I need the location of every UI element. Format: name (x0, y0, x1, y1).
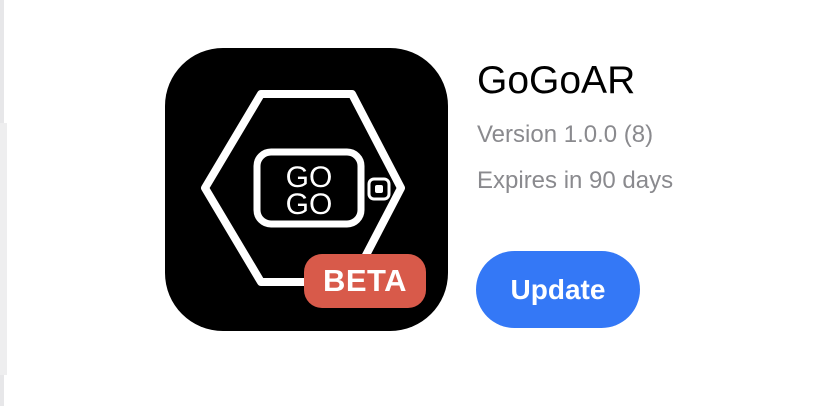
logo-text-line2: GO (286, 188, 333, 221)
app-install-card: GO GO BETA GoGoAR Version 1.0.0 (8) Expi… (0, 0, 839, 406)
version-label: Version 1.0.0 (8) (477, 121, 654, 148)
update-button[interactable]: Update (476, 251, 640, 328)
app-title: GoGoAR (477, 59, 636, 102)
window-edge-panel (0, 123, 7, 375)
camera-lens-icon (375, 185, 383, 193)
app-icon: GO GO BETA (165, 48, 448, 331)
expiration-label: Expires in 90 days (477, 167, 674, 194)
beta-badge: BETA (304, 254, 426, 308)
